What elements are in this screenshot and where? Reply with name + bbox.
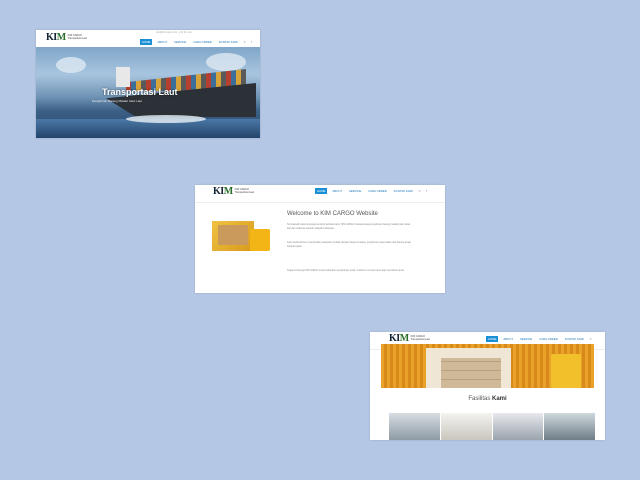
ship-wake — [126, 115, 206, 123]
menu-kontak[interactable]: KONTAK KAMI — [563, 336, 586, 342]
menu-cara-order[interactable]: CARA ORDER — [537, 336, 560, 342]
menu-cara-order[interactable]: CARA ORDER — [191, 39, 214, 45]
menu-about[interactable]: ABOUT — [330, 188, 344, 194]
menu-service[interactable]: SERVICE — [172, 39, 188, 45]
cloud — [56, 57, 86, 73]
screenshot-homepage: KIM KIM CARGO Transportasi Laut info@kimc… — [36, 30, 260, 138]
logo[interactable]: KIM KIM CARGO Transportasi Laut — [46, 33, 87, 43]
main-menu: HOME ABOUT SERVICE CARA ORDER KONTAK KAM… — [315, 188, 429, 194]
logo-sub2: Transportasi Laut — [234, 191, 255, 194]
intro-paragraph: Kami berkomitmen memberikan pelayanan te… — [287, 241, 411, 248]
menu-about[interactable]: ABOUT — [501, 336, 515, 342]
gallery-image[interactable] — [440, 413, 492, 440]
menu-service[interactable]: SERVICE — [347, 188, 363, 194]
forklift — [551, 354, 581, 388]
welcome-heading: Welcome to KIM CARGO Website — [287, 211, 378, 217]
hero-subtitle: Pengiriman Barang Melalui Jalur Laut — [92, 99, 143, 103]
menu-kontak[interactable]: KONTAK KAMI — [217, 39, 240, 45]
fasilitas-bold: Kami — [492, 396, 507, 402]
gallery-image[interactable] — [389, 413, 440, 440]
navbar: KIM KIM CARGO Transportasi Laut info@kimc… — [36, 30, 260, 48]
intro-paragraph: Terimakasih atas kunjungan anda di websi… — [287, 223, 411, 230]
screenshot-facilities: KIM KIM CARGO Transportasi Laut HOME ABOU… — [370, 332, 605, 440]
ship-bridge — [116, 67, 130, 87]
navbar: KIM KIM CARGO Transportasi Laut HOME ABOU… — [195, 185, 445, 203]
search-icon[interactable]: ⌕ — [418, 189, 422, 193]
menu-cara-order[interactable]: CARA ORDER — [366, 188, 389, 194]
fasilitas-heading: Fasilitas Kami — [370, 396, 605, 402]
cargo-boxes — [218, 225, 248, 245]
search-icon[interactable]: ⌕ — [243, 40, 247, 44]
menu-home[interactable]: HOME — [315, 188, 328, 194]
gallery-image[interactable] — [492, 413, 544, 440]
search-icon[interactable]: ⌕ — [589, 337, 593, 341]
logo-sub2: Transportasi Laut — [67, 37, 88, 40]
hero-title: Transportasi Laut — [102, 87, 178, 97]
logo-m: M — [399, 333, 409, 344]
menu-about[interactable]: ABOUT — [155, 39, 169, 45]
menu-kontak[interactable]: KONTAK KAMI — [392, 188, 415, 194]
logo-m: M — [223, 186, 233, 197]
forklift — [250, 229, 270, 251]
menu-home[interactable]: HOME — [486, 336, 499, 342]
screenshot-about: KIM KIM CARGO Transportasi Laut HOME ABOU… — [195, 185, 445, 293]
main-menu: HOME ABOUT SERVICE CARA ORDER KONTAK KAM… — [140, 39, 254, 45]
main-menu: HOME ABOUT SERVICE CARA ORDER KONTAK KAM… — [486, 336, 593, 342]
gallery-image[interactable] — [544, 413, 595, 440]
cargo-illustration — [212, 215, 272, 251]
hero-slider[interactable]: Transportasi Laut Pengiriman Barang Mela… — [36, 47, 260, 138]
cloud — [206, 53, 246, 71]
cargo-crates — [441, 358, 501, 388]
menu-service[interactable]: SERVICE — [518, 336, 534, 342]
logo[interactable]: KIM KIM CARGO Transportasi Laut — [389, 334, 430, 344]
facility-gallery — [389, 413, 595, 440]
logo-sub2: Transportasi Laut — [410, 338, 431, 341]
menu-home[interactable]: HOME — [140, 39, 153, 45]
logo-m: M — [56, 32, 66, 43]
logo[interactable]: KIM KIM CARGO Transportasi Laut — [213, 187, 254, 197]
fasilitas-prefix: Fasilitas — [468, 396, 491, 402]
container-banner — [381, 344, 594, 388]
cart-icon[interactable]: ▪ — [250, 40, 254, 44]
intro-paragraph: Segera hubungi KIM CARGO untuk kebutuhan… — [287, 269, 405, 272]
topbar-contact: info@kimcargo.com | +62 21 xxxx — [156, 31, 192, 34]
cart-icon[interactable]: ▪ — [425, 189, 429, 193]
